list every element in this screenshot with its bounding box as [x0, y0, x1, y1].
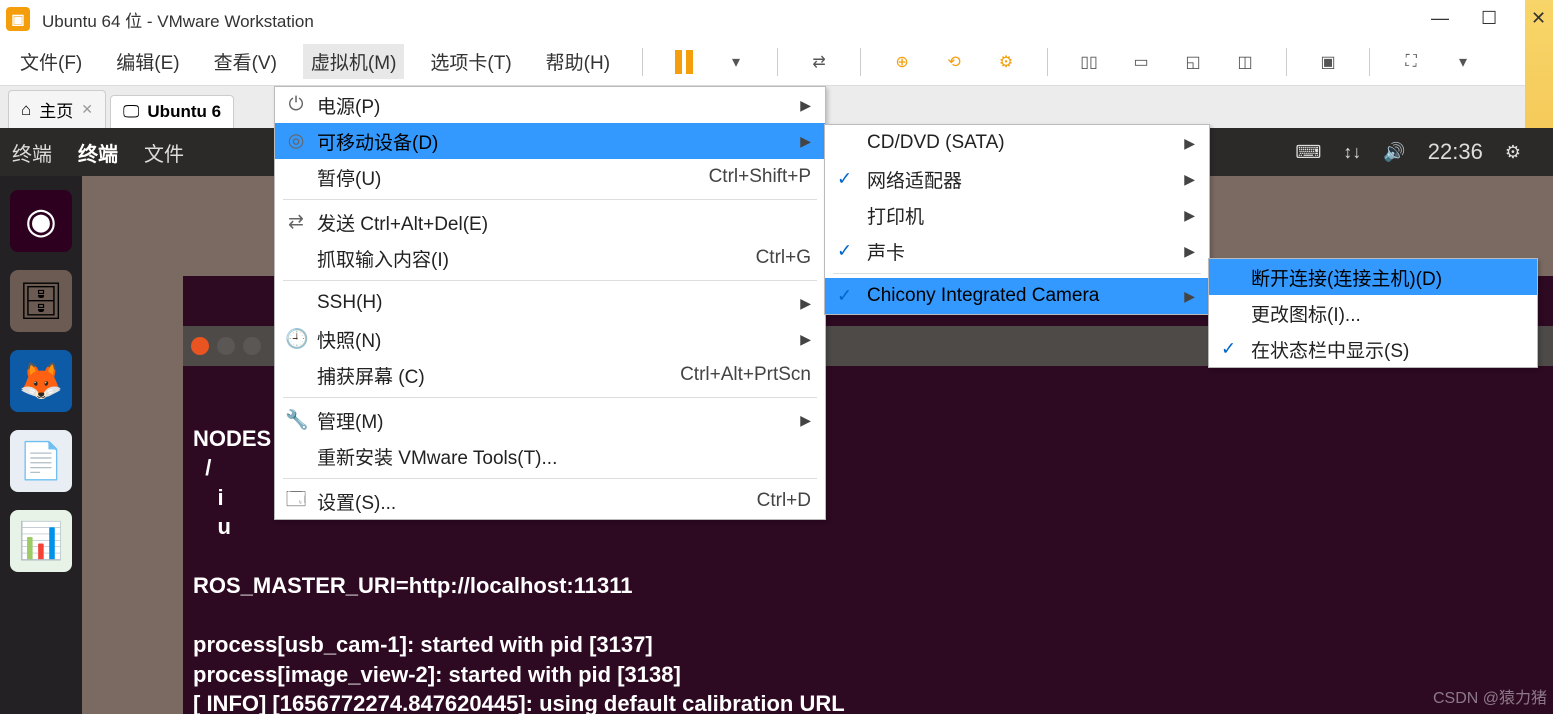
volume-icon[interactable]: 🔊: [1383, 142, 1405, 163]
ubuntu-indicators: ⌨ ↕↓ 🔊 22:36 ⚙: [1295, 128, 1521, 176]
menu-power[interactable]: ⏻电源(P)▶: [275, 87, 825, 123]
ubuntu-app-term1[interactable]: 终端: [12, 138, 52, 167]
window-title: Ubuntu 64 位 - VMware Workstation: [42, 7, 314, 32]
menu-reinstall-tools[interactable]: 重新安装 VMware Tools(T)...: [275, 438, 825, 474]
view-unity-icon[interactable]: ◱: [1176, 45, 1210, 79]
dock-firefox-icon[interactable]: 🦊: [10, 350, 72, 412]
removable-devices-submenu: CD/DVD (SATA)▶ ✓网络适配器▶ 打印机▶ ✓声卡▶ ✓Chicon…: [824, 124, 1210, 315]
menu-edit[interactable]: 编辑(E): [108, 44, 187, 79]
time-text[interactable]: 22:36: [1428, 139, 1483, 165]
tab-vm[interactable]: 🖵 Ubuntu 6: [110, 95, 234, 128]
menu-bar: 文件(F) 编辑(E) 查看(V) 虚拟机(M) 选项卡(T) 帮助(H) ▾ …: [0, 38, 1553, 86]
separator: [860, 48, 861, 76]
menu-grab-input[interactable]: 抓取输入内容(I)Ctrl+G: [275, 240, 825, 276]
network-icon[interactable]: ↕↓: [1343, 142, 1361, 163]
check-icon: ✓: [837, 169, 852, 190]
device-cddvd[interactable]: CD/DVD (SATA)▶: [825, 125, 1209, 161]
separator: [642, 48, 643, 76]
device-network[interactable]: ✓网络适配器▶: [825, 161, 1209, 197]
gear-icon[interactable]: ⚙: [1505, 142, 1521, 163]
menu-snapshot[interactable]: 🕘快照(N)▶: [275, 321, 825, 357]
snapshot-manage-icon[interactable]: ⚙: [989, 45, 1023, 79]
menu-send-cad[interactable]: ⇄发送 Ctrl+Alt+Del(E): [275, 204, 825, 240]
separator: [283, 397, 817, 398]
fullscreen-icon[interactable]: ⛶: [1394, 45, 1428, 79]
device-camera[interactable]: ✓Chicony Integrated Camera▶: [825, 278, 1209, 314]
close-icon[interactable]: ✕: [81, 101, 93, 118]
vm-icon: 🖵: [123, 102, 139, 122]
device-printer[interactable]: 打印机▶: [825, 197, 1209, 233]
power-icon: ⏻: [285, 94, 307, 116]
dock-files-icon[interactable]: 🗄: [10, 270, 72, 332]
keyboard-icon[interactable]: ⌨: [1295, 142, 1321, 163]
menu-removable-devices[interactable]: ◎可移动设备(D)▶: [275, 123, 825, 159]
view-stretch-icon[interactable]: ◫: [1228, 45, 1262, 79]
tab-home-label: 主页: [39, 97, 73, 122]
snapshot-icon: 🕘: [285, 327, 307, 351]
separator: [777, 48, 778, 76]
device-sound[interactable]: ✓声卡▶: [825, 233, 1209, 269]
close-button[interactable]: ✕: [1531, 8, 1545, 22]
menu-view[interactable]: 查看(V): [206, 44, 285, 79]
separator: [1369, 48, 1370, 76]
separator: [833, 273, 1201, 274]
home-icon: ⌂: [21, 100, 31, 120]
menu-tabs[interactable]: 选项卡(T): [422, 44, 519, 79]
send-icon: ⇄: [285, 211, 307, 234]
separator: [283, 280, 817, 281]
dropdown-icon[interactable]: ▾: [719, 45, 753, 79]
disc-icon: ◎: [285, 130, 307, 153]
camera-submenu: 断开连接(连接主机)(D) 更改图标(I)... ✓在状态栏中显示(S): [1208, 258, 1538, 368]
separator: [1047, 48, 1048, 76]
camera-change-icon[interactable]: 更改图标(I)...: [1209, 295, 1537, 331]
pause-button[interactable]: [667, 45, 701, 79]
vm-dropdown-menu: ⏻电源(P)▶ ◎可移动设备(D)▶ 暂停(U)Ctrl+Shift+P ⇄发送…: [274, 86, 826, 520]
send-input-icon[interactable]: ⇄: [802, 45, 836, 79]
check-icon: ✓: [1221, 339, 1236, 360]
separator: [1286, 48, 1287, 76]
dock-dash-icon[interactable]: ◉: [10, 190, 72, 252]
camera-disconnect[interactable]: 断开连接(连接主机)(D): [1209, 259, 1537, 295]
check-icon: ✓: [837, 286, 852, 307]
menu-manage[interactable]: 🔧管理(M)▶: [275, 402, 825, 438]
menu-capture[interactable]: 捕获屏幕 (C)Ctrl+Alt+PrtScn: [275, 357, 825, 393]
vmware-app-icon: ▣: [6, 7, 30, 31]
dock-calc-icon[interactable]: 📊: [10, 510, 72, 572]
tab-home[interactable]: ⌂ 主页 ✕: [8, 90, 106, 128]
separator: [283, 478, 817, 479]
menu-ssh[interactable]: SSH(H)▶: [275, 285, 825, 321]
menu-vm[interactable]: 虚拟机(M): [303, 44, 404, 79]
dock-writer-icon[interactable]: 📄: [10, 430, 72, 492]
ubuntu-dock: ◉ 🗄 🦊 📄 📊: [0, 176, 82, 714]
check-icon: ✓: [837, 241, 852, 262]
maximize-icon[interactable]: [243, 337, 261, 355]
settings-icon: 🗔: [285, 485, 307, 517]
watermark: CSDN @猿力猪: [1433, 684, 1547, 708]
camera-show-status[interactable]: ✓在状态栏中显示(S): [1209, 331, 1537, 367]
wrench-icon: 🔧: [285, 408, 307, 432]
view-single-icon[interactable]: ▯▯: [1072, 45, 1106, 79]
menu-file[interactable]: 文件(F): [12, 44, 90, 79]
snapshot-take-icon[interactable]: ⊕: [885, 45, 919, 79]
title-bar: ▣ Ubuntu 64 位 - VMware Workstation — ☐ ✕: [0, 0, 1553, 38]
snapshot-revert-icon[interactable]: ⟲: [937, 45, 971, 79]
close-icon[interactable]: [191, 337, 209, 355]
console-icon[interactable]: ▣: [1311, 45, 1345, 79]
view-thumb-icon[interactable]: ▭: [1124, 45, 1158, 79]
minimize-button[interactable]: —: [1431, 8, 1445, 22]
menu-help[interactable]: 帮助(H): [538, 44, 618, 79]
minimize-icon[interactable]: [217, 337, 235, 355]
dropdown-icon[interactable]: ▾: [1446, 45, 1480, 79]
ubuntu-app-term2[interactable]: 终端: [78, 138, 118, 167]
separator: [283, 199, 817, 200]
menu-suspend[interactable]: 暂停(U)Ctrl+Shift+P: [275, 159, 825, 195]
ubuntu-app-files[interactable]: 文件: [144, 138, 184, 167]
menu-settings[interactable]: 🗔设置(S)...Ctrl+D: [275, 483, 825, 519]
tab-vm-label: Ubuntu 6: [147, 102, 221, 122]
maximize-button[interactable]: ☐: [1481, 8, 1495, 22]
